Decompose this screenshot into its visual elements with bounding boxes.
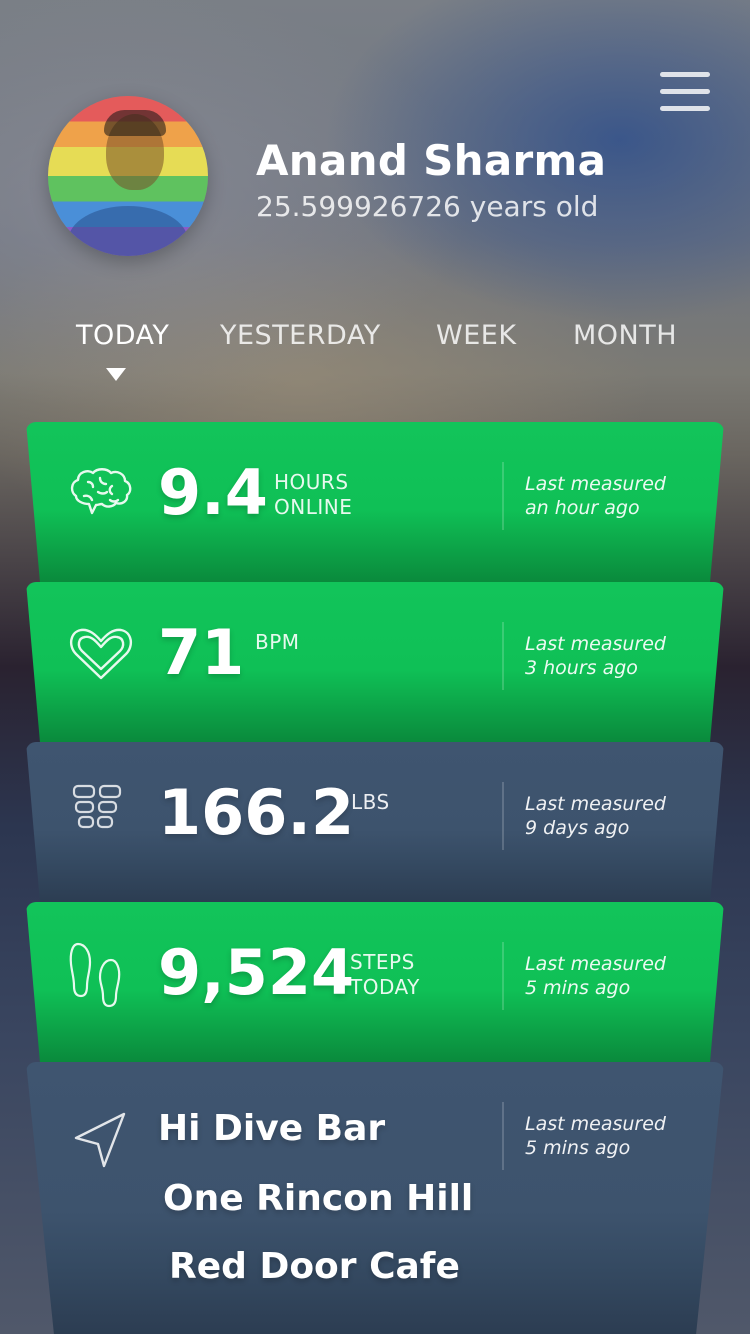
avatar[interactable]: [48, 96, 208, 256]
location-item: One Rincon Hill: [163, 1178, 474, 1219]
last-measured-time: 5 mins ago: [525, 1137, 631, 1159]
last-measured: Last measured 3 hours ago: [525, 632, 666, 680]
card-divider: [502, 942, 504, 1010]
last-measured: Last measured 5 mins ago: [525, 1112, 666, 1160]
tab-month[interactable]: MONTH: [573, 320, 677, 351]
tab-week[interactable]: WEEK: [436, 320, 517, 351]
unit-line-1: LBS: [351, 790, 390, 814]
scale-grid-icon: [66, 778, 136, 848]
footprints-icon: [66, 938, 136, 1008]
last-measured: Last measured 9 days ago: [525, 792, 666, 840]
hours-online-unit: HOURS ONLINE: [274, 470, 352, 520]
heart-rate-card[interactable]: 71 BPM Last measured 3 hours ago: [26, 582, 724, 742]
last-measured-time: 3 hours ago: [525, 657, 638, 679]
heart-rate-value: 71: [158, 616, 245, 689]
hamburger-menu-icon[interactable]: [660, 72, 710, 112]
steps-value: 9,524: [158, 936, 355, 1009]
unit-line-2: ONLINE: [274, 495, 353, 519]
unit-line-1: HOURS: [274, 470, 349, 494]
avatar-hair: [104, 110, 166, 136]
heart-rate-unit: BPM: [255, 630, 300, 655]
heart-icon: [66, 618, 136, 688]
unit-line-1: BPM: [255, 630, 300, 654]
profile-name: Anand Sharma: [256, 136, 607, 185]
last-measured-label: Last measured: [525, 633, 666, 655]
location-arrow-icon: [66, 1106, 136, 1176]
last-measured: Last measured an hour ago: [525, 472, 666, 520]
steps-unit: STEPS TODAY: [350, 950, 420, 1000]
weight-value: 166.2: [158, 776, 355, 849]
card-divider: [502, 1102, 504, 1170]
last-measured-label: Last measured: [525, 1113, 666, 1135]
brain-icon: [66, 458, 136, 528]
locations-card[interactable]: Hi Dive Bar One Rincon Hill Red Door Caf…: [26, 1062, 724, 1334]
active-tab-caret-icon: [106, 368, 126, 381]
last-measured: Last measured 5 mins ago: [525, 952, 666, 1000]
location-item: Red Door Cafe: [169, 1246, 460, 1287]
card-divider: [502, 622, 504, 690]
tab-yesterday[interactable]: YESTERDAY: [220, 320, 381, 351]
hours-online-value: 9.4: [158, 456, 268, 529]
weight-unit: LBS: [351, 790, 390, 815]
unit-line-1: STEPS: [350, 950, 415, 974]
hours-online-card[interactable]: 9.4 HOURS ONLINE Last measured an hour a…: [26, 422, 724, 582]
last-measured-label: Last measured: [525, 473, 666, 495]
last-measured-label: Last measured: [525, 793, 666, 815]
card-divider: [502, 782, 504, 850]
tab-today[interactable]: TODAY: [76, 320, 169, 351]
unit-line-2: TODAY: [350, 975, 420, 999]
location-item: Hi Dive Bar: [158, 1108, 386, 1149]
avatar-body: [68, 206, 188, 256]
last-measured-time: an hour ago: [525, 497, 640, 519]
card-divider: [502, 462, 504, 530]
last-measured-label: Last measured: [525, 953, 666, 975]
last-measured-time: 5 mins ago: [525, 977, 631, 999]
weight-card[interactable]: 166.2 LBS Last measured 9 days ago: [26, 742, 724, 902]
steps-card[interactable]: 9,524 STEPS TODAY Last measured 5 mins a…: [26, 902, 724, 1062]
profile-age: 25.599926726 years old: [256, 190, 599, 223]
last-measured-time: 9 days ago: [525, 817, 630, 839]
